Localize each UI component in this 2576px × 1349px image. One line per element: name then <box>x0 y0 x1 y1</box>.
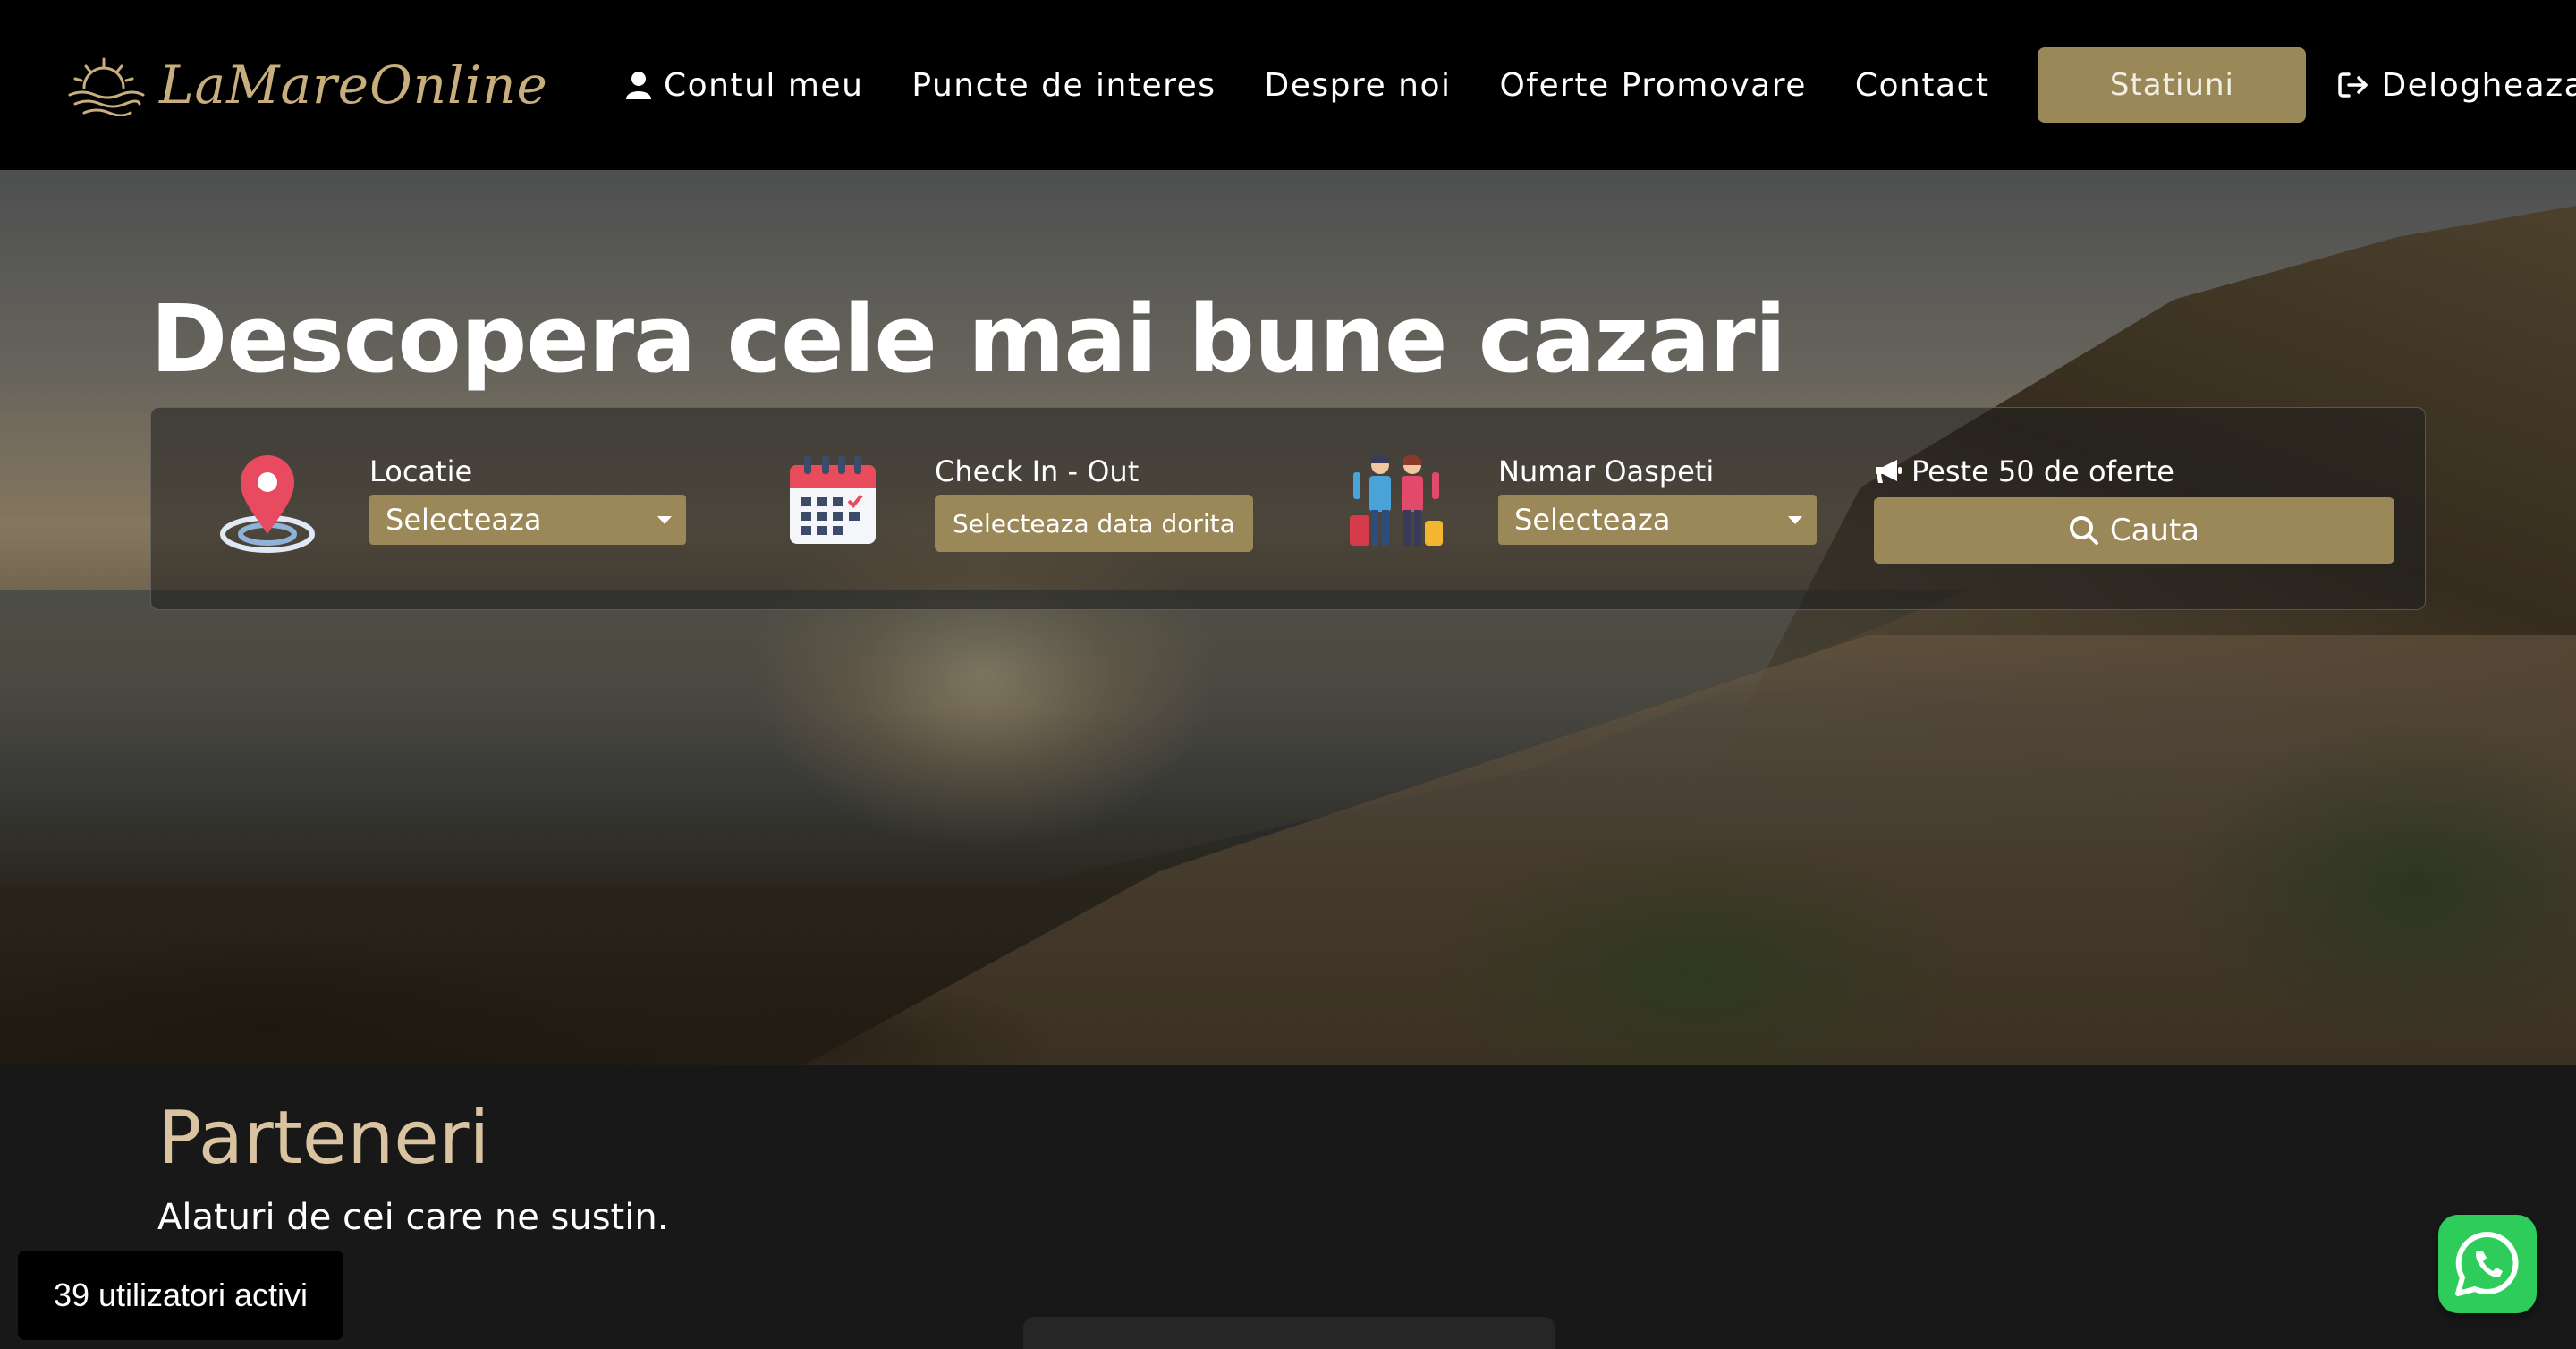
nav-contact[interactable]: Contact <box>1855 67 1990 104</box>
whatsapp-icon <box>2455 1231 2519 1296</box>
brand-logo[interactable]: LaMareOnline <box>64 54 548 116</box>
sunset-logo-icon <box>68 57 145 116</box>
chevron-down-icon <box>657 516 672 524</box>
search-button-label: Cauta <box>2109 513 2200 548</box>
guests-label: Numar Oaspeti <box>1498 454 1715 488</box>
location-group: Locatie Selecteaza <box>151 408 688 611</box>
hero-title: Descopera cele mai bune cazari <box>150 284 1786 394</box>
offers-group: Peste 50 de oferte Cauta <box>1874 408 2411 611</box>
offers-label-text: Peste 50 de oferte <box>1911 454 2174 488</box>
search-button[interactable]: Cauta <box>1874 497 2394 564</box>
location-select[interactable]: Selecteaza <box>369 495 686 545</box>
location-select-value: Selecteaza <box>386 503 542 537</box>
chevron-down-icon <box>1788 516 1802 524</box>
calendar-icon <box>786 454 879 551</box>
hero-banner: Descopera cele mai bune cazari Locatie S… <box>0 170 2576 1065</box>
nav-offers[interactable]: Oferte Promovare <box>1499 67 1806 104</box>
offers-label: Peste 50 de oferte <box>1874 454 2174 488</box>
guests-select[interactable]: Selecteaza <box>1498 495 1817 545</box>
active-users-badge: 39 utilizatori activi <box>18 1251 343 1340</box>
checkin-label: Check In - Out <box>935 454 1140 488</box>
search-panel: Locatie Selecteaza Check In - Out Select… <box>150 407 2426 610</box>
brand-name: LaMareOnline <box>159 55 548 115</box>
sign-out-icon <box>2338 72 2368 98</box>
nav-points-of-interest[interactable]: Puncte de interes <box>911 67 1216 104</box>
partners-title: Parteneri <box>157 1096 490 1181</box>
top-navbar: LaMareOnline Contul meu Puncte de intere… <box>0 0 2576 170</box>
nav-logout[interactable]: Delogheaza-te <box>2338 67 2576 104</box>
nav-logout-label: Delogheaza-te <box>2381 66 2576 104</box>
location-label: Locatie <box>369 454 473 488</box>
guests-group: Numar Oaspeti Selecteaza <box>1280 408 1817 611</box>
user-icon <box>626 71 651 99</box>
partners-card <box>1023 1317 1555 1349</box>
whatsapp-button[interactable] <box>2438 1215 2537 1313</box>
map-pin-icon <box>216 448 319 559</box>
nav-account[interactable]: Contul meu <box>626 67 863 104</box>
search-icon <box>2069 515 2099 546</box>
nav-account-label: Contul meu <box>664 66 864 104</box>
checkin-date-picker[interactable]: Selecteaza data dorita <box>935 495 1253 552</box>
main-nav: Contul meu Puncte de interes Despre noi … <box>626 0 2576 170</box>
stations-button[interactable]: Statiuni <box>2038 47 2307 123</box>
travelers-icon <box>1350 453 1443 553</box>
bullhorn-icon <box>1874 458 1902 485</box>
checkin-group: Check In - Out Selecteaza data dorita <box>716 408 1271 611</box>
guests-select-value: Selecteaza <box>1514 503 1671 537</box>
partners-subtitle: Alaturi de cei care ne sustin. <box>157 1197 669 1238</box>
nav-about[interactable]: Despre noi <box>1265 67 1452 104</box>
